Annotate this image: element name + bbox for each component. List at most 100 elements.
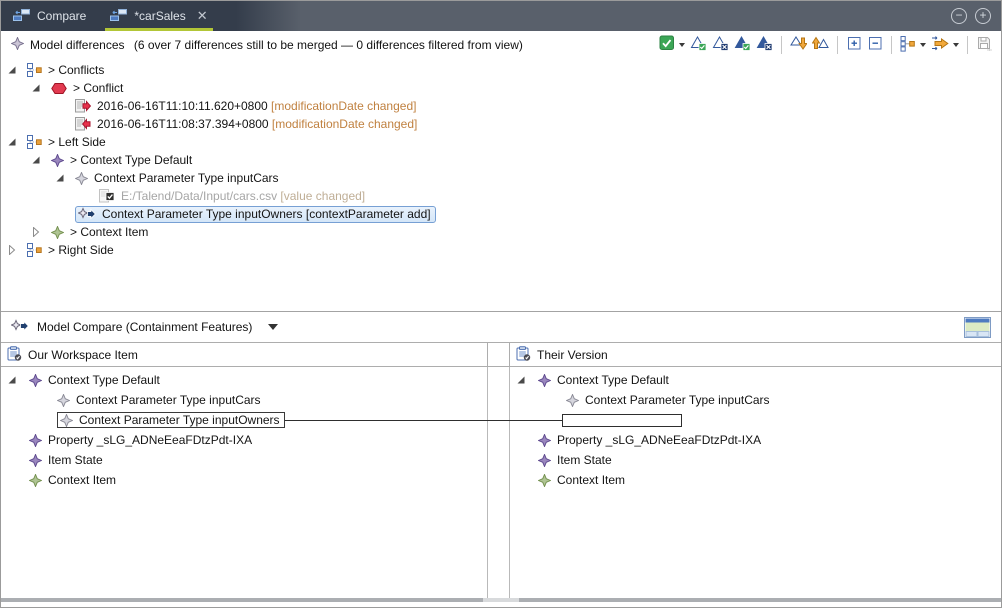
- tree-row[interactable]: 2016-06-16T11:08:37.394+0800 [modificati…: [1, 115, 1001, 133]
- expand-all-button[interactable]: [845, 34, 863, 55]
- model-compare-header: Model Compare (Containment Features): [1, 312, 1001, 342]
- star-green-icon: [51, 226, 64, 239]
- compare-panes: Context Type Default Context Parameter Ty…: [1, 367, 1001, 600]
- star-purple-icon: [29, 454, 42, 467]
- merge-all-to-right-button[interactable]: [789, 34, 808, 55]
- tree-row-label: > Context Type Default: [70, 153, 192, 167]
- tri-filled-x-icon: [756, 35, 773, 54]
- expander-expanded-icon[interactable]: [31, 154, 51, 166]
- reject-change-button[interactable]: [711, 34, 730, 55]
- expander-expanded-icon[interactable]: [7, 374, 29, 386]
- expander-spacer: [516, 454, 538, 466]
- model-differences-icon: [11, 37, 24, 53]
- tree-row[interactable]: Context Item: [1, 470, 487, 490]
- expander-spacer: [55, 118, 75, 130]
- toolbar-separator: [891, 36, 892, 54]
- model-differences-header: Model differences (6 over 7 differences …: [1, 31, 1001, 58]
- tree-row[interactable]: Item State: [510, 450, 1001, 470]
- tri-outline-x-icon: [712, 35, 729, 54]
- tree-row-label: Context Parameter Type inputOwners [cont…: [102, 207, 431, 221]
- tree-row[interactable]: Context Item: [510, 470, 1001, 490]
- chevron-down-icon[interactable]: [268, 324, 278, 330]
- chevron-down-icon[interactable]: [953, 43, 959, 47]
- star-gray-icon: [75, 172, 88, 185]
- tree-row-label: Property _sLG_ADNeEeaFDtzPdt-IXA: [48, 433, 252, 447]
- tab-label: *carSales: [134, 9, 185, 23]
- collapse-all-icon: [867, 35, 883, 54]
- workspace-item-icon: [7, 346, 22, 364]
- chevron-down-icon[interactable]: [679, 43, 685, 47]
- tree-row[interactable]: Property _sLG_ADNeEeaFDtzPdt-IXA: [510, 430, 1001, 450]
- tree-row[interactable]: Item State: [1, 450, 487, 470]
- groups-icon: [900, 35, 916, 55]
- doc-right-icon: [75, 99, 91, 113]
- expander-collapsed-icon[interactable]: [7, 244, 27, 256]
- filter-resolved-toggle-button[interactable]: [658, 34, 686, 55]
- merge-all-to-left-button[interactable]: [811, 34, 830, 55]
- their-version-icon: [516, 346, 531, 364]
- tree-row-label: Context Parameter Type inputCars: [76, 393, 261, 407]
- reject-all-changes-button[interactable]: [755, 34, 774, 55]
- tab-compare[interactable]: Compare: [1, 1, 98, 31]
- tree-row[interactable]: > Context Type Default: [1, 151, 1001, 169]
- star-purple-icon: [29, 374, 42, 387]
- tree-row-label: > Left Side: [48, 135, 106, 149]
- tree-row[interactable]: Context Parameter Type inputCars: [1, 169, 1001, 187]
- selected-difference[interactable]: Context Parameter Type inputOwners [cont…: [75, 206, 436, 223]
- group-differences-button[interactable]: [899, 34, 927, 56]
- chevron-down-icon[interactable]: [920, 43, 926, 47]
- toolbar-separator: [781, 36, 782, 54]
- tree-row[interactable]: > Context Item: [1, 223, 1001, 241]
- expander-collapsed-icon[interactable]: [31, 226, 51, 238]
- matched-element-box[interactable]: Context Parameter Type inputOwners: [57, 412, 285, 428]
- group-icon: [27, 135, 42, 149]
- tree-row[interactable]: Context Parameter Type inputCars: [1, 390, 487, 410]
- tree-row[interactable]: Context Parameter Type inputCars: [510, 390, 1001, 410]
- expander-spacer: [35, 394, 57, 406]
- tree-row-label: Context Type Default: [557, 373, 669, 387]
- model-differences-summary: (6 over 7 differences still to be merged…: [131, 38, 523, 52]
- right-column-title: Their Version: [537, 348, 608, 362]
- tree-row[interactable]: 2016-06-16T11:10:11.620+0800 [modificati…: [1, 97, 1001, 115]
- view-controls: − +: [951, 1, 1001, 31]
- tree-row-label: Property _sLG_ADNeEeaFDtzPdt-IXA: [557, 433, 761, 447]
- expander-expanded-icon[interactable]: [516, 374, 538, 386]
- expander-spacer: [516, 434, 538, 446]
- accept-change-button[interactable]: [689, 34, 708, 55]
- expander-spacer: [516, 474, 538, 486]
- tree-row[interactable]: > Right Side: [1, 241, 1001, 259]
- expander-expanded-icon[interactable]: [7, 64, 27, 76]
- close-icon[interactable]: ✕: [197, 8, 208, 24]
- editor-tab-bar: Compare *carSales ✕ − +: [1, 1, 1001, 31]
- tree-row-label: 2016-06-16T11:10:11.620+0800: [97, 99, 268, 113]
- expander-expanded-icon[interactable]: [7, 136, 27, 148]
- conflict-icon: [51, 82, 67, 95]
- toolbar-separator: [967, 36, 968, 54]
- layout-toggle-button[interactable]: [964, 317, 991, 338]
- tab-carsales[interactable]: *carSales ✕: [98, 1, 219, 31]
- tree-row[interactable]: E:/Talend/Data/Input/cars.csv [value cha…: [1, 187, 1001, 205]
- tree-row[interactable]: > Left Side: [1, 133, 1001, 151]
- minimize-icon[interactable]: −: [951, 8, 967, 24]
- tree-row[interactable]: > Conflict: [1, 79, 1001, 97]
- filter-differences-button[interactable]: [930, 34, 960, 55]
- expander-expanded-icon[interactable]: [31, 82, 51, 94]
- accept-all-changes-button[interactable]: [733, 34, 752, 55]
- star-purple-icon: [538, 434, 551, 447]
- tree-row[interactable]: > Conflicts: [1, 61, 1001, 79]
- tri-outline-check-icon: [690, 35, 707, 54]
- star-gray-icon: [57, 394, 70, 407]
- maximize-icon[interactable]: +: [975, 8, 991, 24]
- tree-row[interactable]: Context Parameter Type inputOwners [cont…: [1, 205, 1001, 223]
- expander-expanded-icon[interactable]: [55, 172, 75, 184]
- tree-row-label: Item State: [48, 453, 103, 467]
- tree-row[interactable]: Context Type Default: [510, 370, 1001, 390]
- model-differences-title: Model differences: [30, 38, 125, 52]
- group-icon: [27, 63, 42, 77]
- tree-row[interactable]: Property _sLG_ADNeEeaFDtzPdt-IXA: [1, 430, 487, 450]
- tree-row[interactable]: Context Type Default: [1, 370, 487, 390]
- doc-left-icon: [75, 117, 91, 131]
- expander-spacer: [7, 474, 29, 486]
- sash-handle[interactable]: [483, 598, 519, 602]
- collapse-all-button[interactable]: [866, 34, 884, 55]
